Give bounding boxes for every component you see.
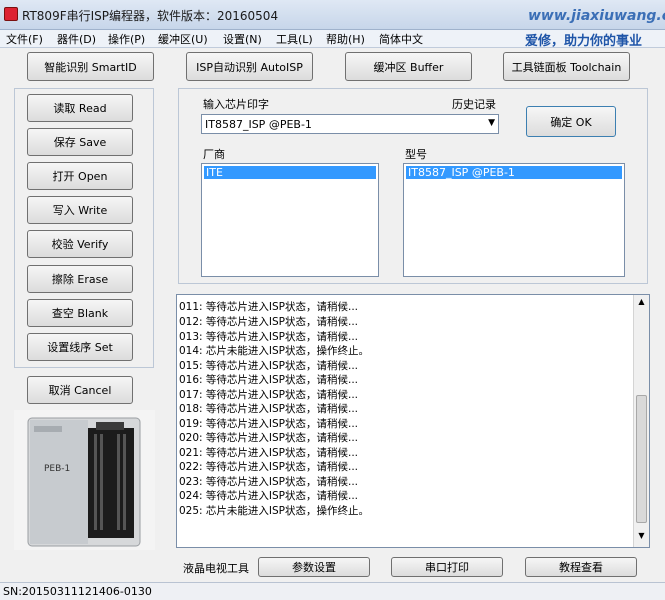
log-line: 018: 等待芯片进入ISP状态，请稍候... bbox=[179, 403, 359, 415]
log-area[interactable]: 011: 等待芯片进入ISP状态，请稍候... 012: 等待芯片进入ISP状态… bbox=[176, 294, 650, 548]
log-line: 021: 等待芯片进入ISP状态，请稍候... bbox=[179, 447, 359, 459]
menu-buffer[interactable]: 缓冲区(U) bbox=[158, 31, 208, 47]
log-line: 017: 等待芯片进入ISP状态，请稍候... bbox=[179, 389, 359, 401]
save-button[interactable]: 保存 Save bbox=[27, 128, 133, 156]
autoisp-button[interactable]: ISP自动识别 AutoISP bbox=[186, 52, 313, 81]
log-line: 013: 等待芯片进入ISP状态，请稍候... bbox=[179, 331, 359, 343]
log-line: 022: 等待芯片进入ISP状态，请稍候... bbox=[179, 461, 359, 473]
log-line: 015: 等待芯片进入ISP状态，请稍候... bbox=[179, 360, 359, 372]
log-line: 024: 等待芯片进入ISP状态，请稍候... bbox=[179, 490, 359, 502]
log-line: 016: 等待芯片进入ISP状态，请稍候... bbox=[179, 374, 359, 386]
vendor-list[interactable]: ITE bbox=[201, 163, 379, 277]
watermark: www.jiaxiuwang.com bbox=[528, 8, 665, 24]
slogan: 爱修，助力你的事业 bbox=[525, 34, 643, 49]
log-line: 012: 等待芯片进入ISP状态，请稍候... bbox=[179, 316, 359, 328]
status-bar: SN:20150311121406-0130 bbox=[0, 582, 665, 600]
serial-number: SN:20150311121406-0130 bbox=[3, 585, 152, 598]
write-button[interactable]: 写入 Write bbox=[27, 196, 133, 224]
peb-1-adapter-icon bbox=[14, 410, 155, 550]
scroll-up-icon[interactable]: ▲ bbox=[636, 297, 647, 309]
model-list[interactable]: IT8587_ISP @PEB-1 bbox=[403, 163, 625, 277]
buffer-button[interactable]: 缓冲区 Buffer bbox=[345, 52, 472, 81]
smartid-button[interactable]: 智能识别 SmartID bbox=[27, 52, 154, 81]
erase-button[interactable]: 擦除 Erase bbox=[27, 265, 133, 293]
verify-button[interactable]: 校验 Verify bbox=[27, 230, 133, 258]
log-line: 011: 等待芯片进入ISP状态，请稍候... bbox=[179, 301, 359, 313]
open-button[interactable]: 打开 Open bbox=[27, 162, 133, 190]
menu-device[interactable]: 器件(D) bbox=[57, 31, 96, 47]
log-line: 014: 芯片未能进入ISP状态，操作终止。 bbox=[179, 345, 370, 357]
log-line: 025: 芯片未能进入ISP状态，操作终止。 bbox=[179, 505, 370, 517]
log-line: 023: 等待芯片进入ISP状态，请稍候... bbox=[179, 476, 359, 488]
model-label: 型号 bbox=[405, 148, 427, 161]
adapter-label: PEB-1 bbox=[44, 464, 71, 474]
menu-help[interactable]: 帮助(H) bbox=[326, 31, 365, 47]
history-label: 历史记录 bbox=[452, 98, 496, 111]
input-label: 输入芯片印字 bbox=[203, 98, 269, 111]
scroll-thumb[interactable] bbox=[636, 395, 647, 523]
tutorial-button[interactable]: 教程查看 bbox=[525, 557, 637, 577]
menu-settings[interactable]: 设置(N) bbox=[223, 31, 262, 47]
vendor-label: 厂商 bbox=[203, 148, 225, 161]
scroll-down-icon[interactable]: ▼ bbox=[636, 531, 647, 543]
blank-button[interactable]: 查空 Blank bbox=[27, 299, 133, 327]
log-line: 020: 等待芯片进入ISP状态，请稍候... bbox=[179, 432, 359, 444]
serial-print-button[interactable]: 串口打印 bbox=[391, 557, 503, 577]
ok-button[interactable]: 确定 OK bbox=[526, 106, 616, 137]
dropdown-arrow-icon[interactable]: ▼ bbox=[488, 118, 495, 128]
chip-input[interactable]: IT8587_ISP @PEB-1 ▼ bbox=[201, 114, 499, 134]
menu-operation[interactable]: 操作(P) bbox=[108, 31, 145, 47]
menu-file[interactable]: 文件(F) bbox=[6, 31, 43, 47]
toolchain-button[interactable]: 工具链面板 Toolchain bbox=[503, 52, 630, 81]
adapter-image: PEB-1 bbox=[14, 410, 155, 550]
read-button[interactable]: 读取 Read bbox=[27, 94, 133, 122]
menu-language[interactable]: 简体中文 bbox=[379, 31, 423, 47]
param-settings-button[interactable]: 参数设置 bbox=[258, 557, 370, 577]
menu-tools[interactable]: 工具(L) bbox=[276, 31, 313, 47]
model-item-selected[interactable]: IT8587_ISP @PEB-1 bbox=[406, 166, 622, 179]
lcd-tools-label: 液晶电视工具 bbox=[183, 562, 249, 575]
set-wiring-button[interactable]: 设置线序 Set bbox=[27, 333, 133, 361]
cancel-button[interactable]: 取消 Cancel bbox=[27, 376, 133, 404]
window-title: RT809F串行ISP编程器，软件版本：20160504 bbox=[22, 9, 279, 23]
app-icon bbox=[4, 7, 18, 21]
title-bar: RT809F串行ISP编程器，软件版本：20160504 www.jiaxiuw… bbox=[0, 0, 665, 30]
vendor-item-selected[interactable]: ITE bbox=[204, 166, 376, 179]
chip-input-value: IT8587_ISP @PEB-1 bbox=[205, 118, 312, 131]
log-scrollbar[interactable]: ▲ ▼ bbox=[633, 295, 649, 547]
log-line: 019: 等待芯片进入ISP状态，请稍候... bbox=[179, 418, 359, 430]
